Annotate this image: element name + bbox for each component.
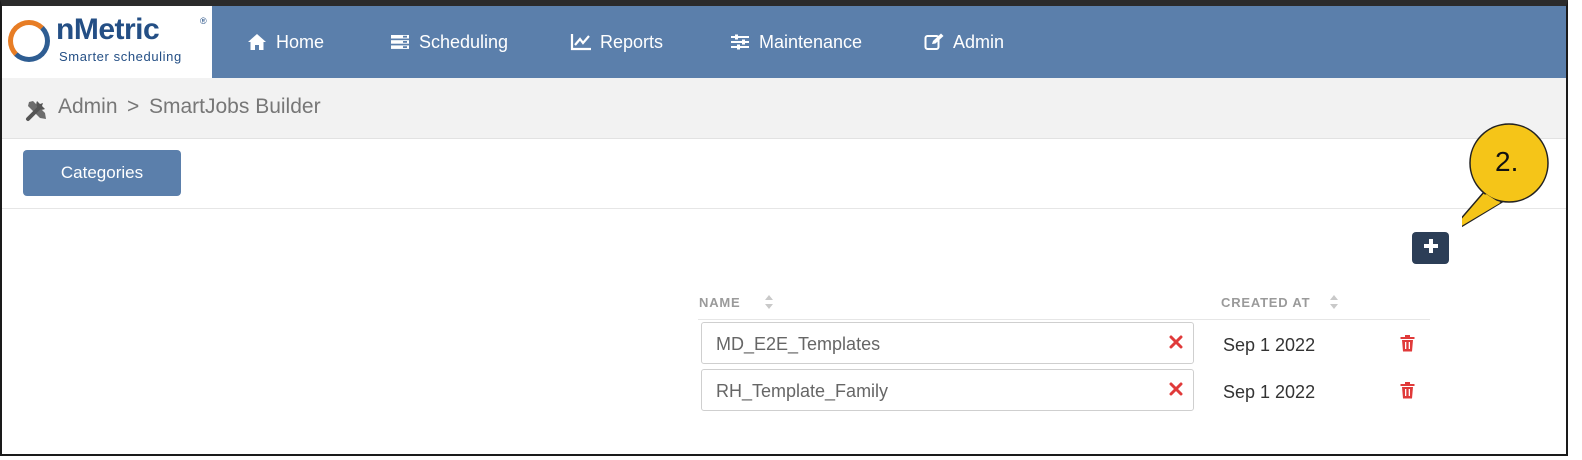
sort-icon[interactable] <box>1329 294 1339 310</box>
brand-registered-mark: ® <box>200 16 207 26</box>
sliders-icon <box>729 32 751 52</box>
scheduling-icon <box>389 32 411 52</box>
breadcrumb-admin[interactable]: Admin <box>58 95 118 119</box>
row-name-input[interactable]: RH_Template_Family <box>716 381 888 402</box>
table-header-divider <box>698 319 1430 320</box>
app-window: nMetric ® Smarter scheduling Home Schedu… <box>0 0 1568 456</box>
callout-label: 2. <box>1495 146 1519 177</box>
top-navbar: nMetric ® Smarter scheduling Home Schedu… <box>2 6 1566 78</box>
nav-item-label: Home <box>276 31 325 52</box>
clear-icon[interactable] <box>1169 335 1183 349</box>
nav-item-maintenance[interactable]: Maintenance <box>729 6 862 78</box>
breadcrumb-separator: > <box>127 95 140 118</box>
column-header-name[interactable]: NAME <box>699 295 740 310</box>
sort-icon[interactable] <box>764 294 774 310</box>
nav-item-label: Scheduling <box>419 31 509 52</box>
section-divider <box>2 208 1566 209</box>
nav-item-reports[interactable]: Reports <box>570 6 663 78</box>
chart-line-icon <box>570 32 592 52</box>
tools-icon <box>24 97 50 123</box>
step-callout: 2. <box>1445 118 1566 268</box>
brand-tagline: Smarter scheduling <box>59 49 182 64</box>
table-row[interactable]: RH_Template_Family <box>701 369 1194 411</box>
add-button[interactable] <box>1412 232 1449 264</box>
logo-ring-icon <box>8 20 50 62</box>
nav-item-scheduling[interactable]: Scheduling <box>389 6 508 78</box>
brand-name: nMetric <box>56 13 160 46</box>
breadcrumb-current: SmartJobs Builder <box>149 95 321 118</box>
table-row[interactable]: MD_E2E_Templates <box>701 322 1194 364</box>
nav-item-label: Admin <box>953 31 1005 52</box>
nav-item-admin[interactable]: Admin <box>923 6 1004 78</box>
edit-icon <box>923 32 945 52</box>
trash-icon[interactable] <box>1400 335 1415 352</box>
row-name-input[interactable]: MD_E2E_Templates <box>716 334 880 355</box>
nav-item-label: Reports <box>600 31 664 52</box>
brand-logo[interactable]: nMetric ® Smarter scheduling <box>2 6 212 78</box>
trash-icon[interactable] <box>1400 382 1415 399</box>
categories-button[interactable]: Categories <box>23 150 181 196</box>
row-created-at: Sep 1 2022 <box>1223 335 1316 355</box>
nav-item-home[interactable]: Home <box>246 6 324 78</box>
clear-icon[interactable] <box>1169 382 1183 396</box>
breadcrumb: Admin > SmartJobs Builder <box>2 78 1566 139</box>
row-created-at: Sep 1 2022 <box>1223 382 1316 402</box>
column-header-created-at[interactable]: CREATED AT <box>1221 295 1310 310</box>
plus-icon <box>1423 238 1439 259</box>
nav-item-label: Maintenance <box>759 31 863 52</box>
home-icon <box>246 32 268 52</box>
